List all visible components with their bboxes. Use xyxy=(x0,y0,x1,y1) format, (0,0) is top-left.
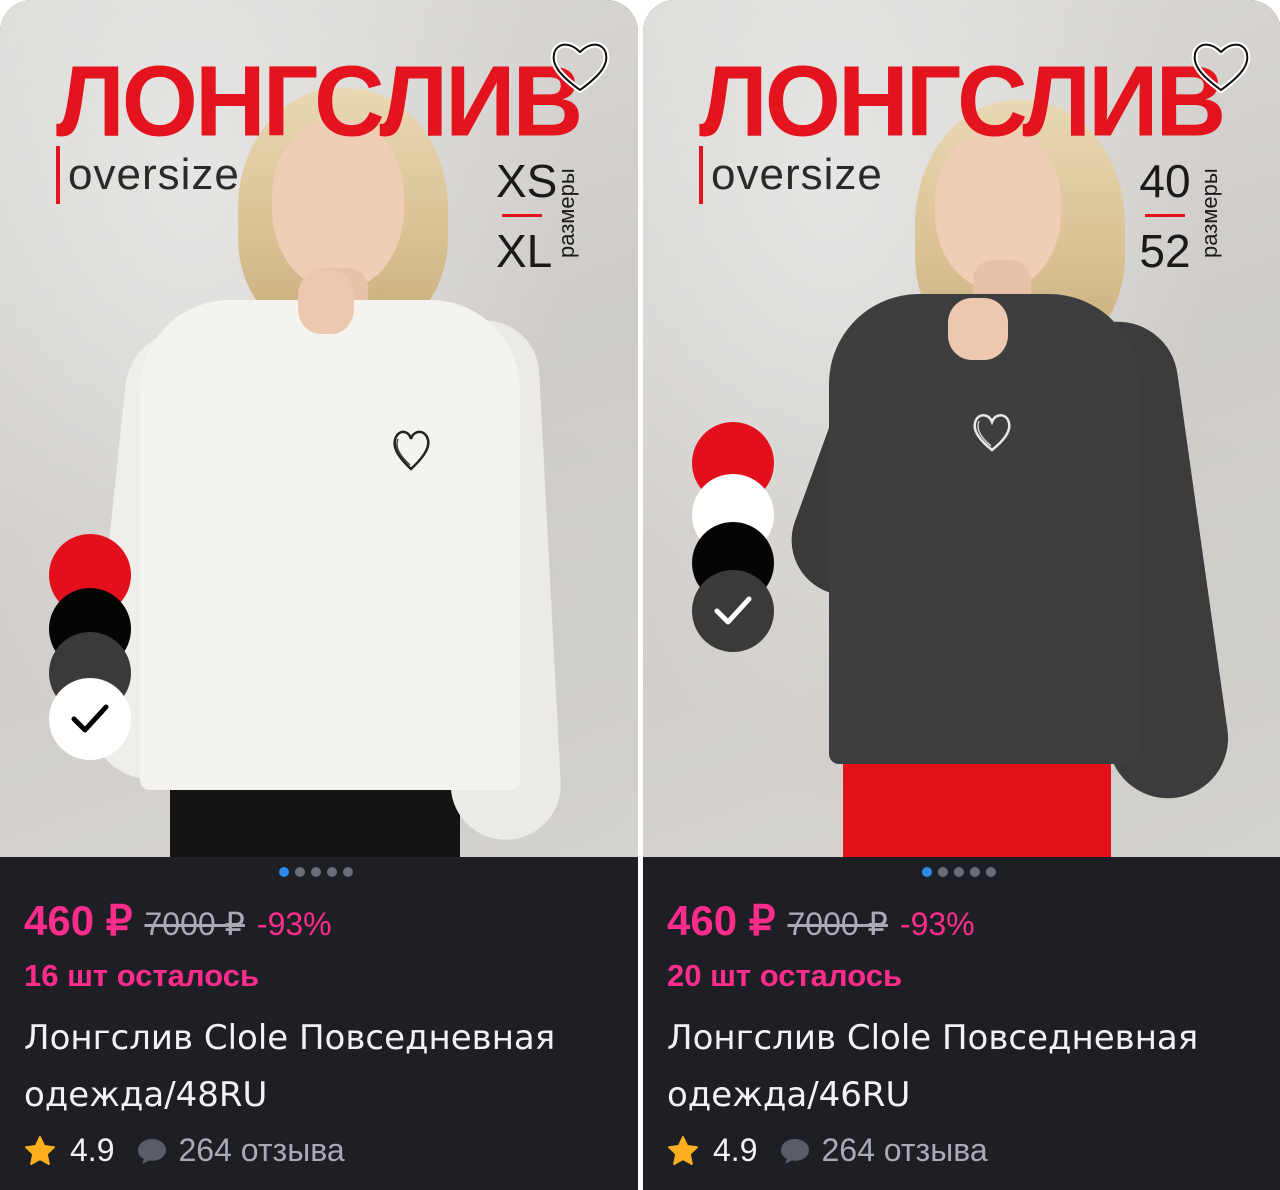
product-card-2[interactable]: ЛОНГСЛИВ oversize 40 52 размеры 460 ₽ 70 xyxy=(643,0,1280,1190)
banner-title: ЛОНГСЛИВ xyxy=(56,44,583,158)
product-title[interactable]: Лонгслив Clole Повседневная одежда/48RU xyxy=(24,1010,624,1124)
gallery-dot xyxy=(327,867,337,877)
model-hand xyxy=(948,298,1008,360)
stock-left: 20 шт осталось xyxy=(667,958,903,993)
favorite-heart-icon[interactable] xyxy=(1189,36,1253,96)
product-image-2[interactable]: ЛОНГСЛИВ oversize 40 52 размеры xyxy=(643,0,1280,857)
old-price: 7000 ₽ xyxy=(787,906,888,942)
size-from: 40 xyxy=(1139,155,1191,207)
reviews-count[interactable]: 264 отзыва xyxy=(821,1132,987,1169)
gallery-dot xyxy=(970,867,980,877)
price-row: 460 ₽ 7000 ₽ -93% xyxy=(667,896,975,945)
product-card-1[interactable]: ЛОНГСЛИВ oversize XS XL размеры 460 ₽ 70 xyxy=(0,0,638,1190)
current-price: 460 ₽ xyxy=(667,897,776,944)
stock-left: 16 шт осталось xyxy=(24,958,260,993)
product-title[interactable]: Лонгслив Clole Повседневная одежда/46RU xyxy=(667,1010,1267,1124)
gallery-dots xyxy=(922,867,996,877)
current-price: 460 ₽ xyxy=(24,897,133,944)
size-word: размеры xyxy=(1197,168,1222,258)
banner-fit: oversize xyxy=(699,146,883,204)
reviews-count[interactable]: 264 отзыва xyxy=(178,1132,344,1169)
old-price: 7000 ₽ xyxy=(144,906,245,942)
model-hand xyxy=(298,270,354,334)
size-to: XL xyxy=(496,225,553,277)
star-icon xyxy=(668,1135,698,1165)
comment-bubble-icon xyxy=(781,1138,810,1164)
gallery-dot xyxy=(311,867,321,877)
checkmark-icon xyxy=(714,596,752,625)
gallery-dot xyxy=(954,867,964,877)
banner-fit: oversize xyxy=(56,146,240,204)
size-word: размеры xyxy=(554,168,579,258)
gallery-dot xyxy=(343,867,353,877)
size-divider xyxy=(502,214,542,217)
star-icon xyxy=(25,1135,55,1165)
gallery-dot-active xyxy=(279,867,289,877)
checkmark-icon xyxy=(71,704,109,733)
color-swatch-graphite-selected[interactable] xyxy=(692,570,774,652)
discount-badge: -93% xyxy=(899,906,975,942)
size-from: XS xyxy=(496,155,558,207)
model-shirt xyxy=(829,294,1139,764)
banner-sizes: XS XL размеры xyxy=(496,150,586,280)
gallery-dot xyxy=(938,867,948,877)
favorite-heart-icon[interactable] xyxy=(548,36,612,96)
comment-bubble-icon xyxy=(138,1138,167,1164)
banner-sizes: 40 52 размеры xyxy=(1139,150,1229,280)
size-divider xyxy=(1145,214,1185,217)
rating-row: 4.9 264 отзыва xyxy=(24,1132,345,1169)
rating-value: 4.9 xyxy=(70,1132,115,1168)
banner-title: ЛОНГСЛИВ xyxy=(699,44,1226,158)
gallery-dot-active xyxy=(922,867,932,877)
discount-badge: -93% xyxy=(256,906,332,942)
shirt-heart-print xyxy=(973,414,1011,452)
gallery-dot xyxy=(295,867,305,877)
gallery-dot xyxy=(986,867,996,877)
price-row: 460 ₽ 7000 ₽ -93% xyxy=(24,896,332,945)
gallery-dots xyxy=(279,867,353,877)
rating-value: 4.9 xyxy=(713,1132,758,1168)
shirt-heart-print xyxy=(393,430,430,471)
color-swatch-white-selected[interactable] xyxy=(49,678,131,760)
product-image-1[interactable]: ЛОНГСЛИВ oversize XS XL размеры xyxy=(0,0,638,857)
rating-row: 4.9 264 отзыва xyxy=(667,1132,988,1169)
model-shirt xyxy=(140,300,520,790)
model-pants xyxy=(843,756,1111,857)
size-to: 52 xyxy=(1139,225,1191,277)
